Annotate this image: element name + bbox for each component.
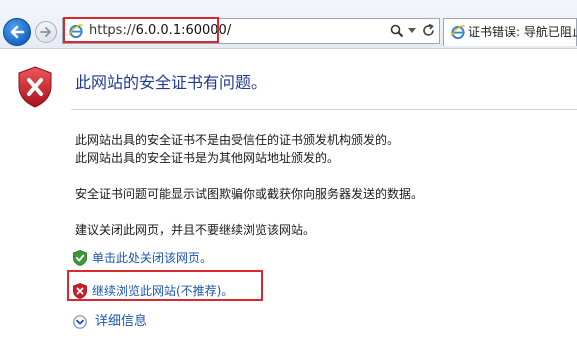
browser-window: https://6.0.0.1:60000/ 证书错误: 导航已阻止 此网站的安… (0, 0, 577, 350)
tab-certificate-error[interactable]: 证书错误: 导航已阻止 (443, 18, 577, 46)
continue-highlight-box (67, 270, 263, 301)
tab-label: 证书错误: 导航已阻止 (468, 25, 577, 39)
more-information-toggle[interactable]: 详细信息 (73, 313, 193, 331)
page-title: 此网站的安全证书有问题。 (75, 73, 268, 92)
more-information-label[interactable]: 详细信息 (95, 313, 147, 330)
forward-button[interactable] (35, 21, 57, 43)
back-arrow-icon (10, 25, 25, 39)
warning-paragraph-1: 此网站出具的安全证书不是由受信任的证书颁发机构颁发的。 (75, 133, 400, 147)
refresh-icon[interactable] (421, 23, 436, 38)
address-highlight-box (63, 17, 219, 43)
chevron-down-icon[interactable] (408, 28, 416, 34)
close-page-link[interactable]: 单击此处关闭该网页。 (73, 249, 273, 267)
back-button[interactable] (3, 18, 31, 46)
title-divider (71, 109, 577, 110)
browser-toolbar: https://6.0.0.1:60000/ 证书错误: 导航已阻止 (0, 0, 577, 49)
green-shield-check-icon (73, 250, 87, 266)
recommendation-paragraph: 建议关闭此网页，并且不要继续浏览该网站。 (75, 223, 316, 237)
warning-paragraph-2: 此网站出具的安全证书是为其他网站地址颁发的。 (75, 151, 340, 165)
search-icon[interactable] (390, 24, 404, 38)
ie-page-icon (450, 25, 465, 40)
circle-chevron-down-icon (73, 315, 87, 329)
forward-arrow-icon (40, 27, 51, 37)
warning-paragraph-3: 安全证书问题可能显示试图欺骗你或截获你向服务器发送的数据。 (75, 187, 424, 201)
red-shield-x-icon (18, 66, 52, 108)
close-page-link-label[interactable]: 单击此处关闭该网页。 (92, 250, 212, 266)
